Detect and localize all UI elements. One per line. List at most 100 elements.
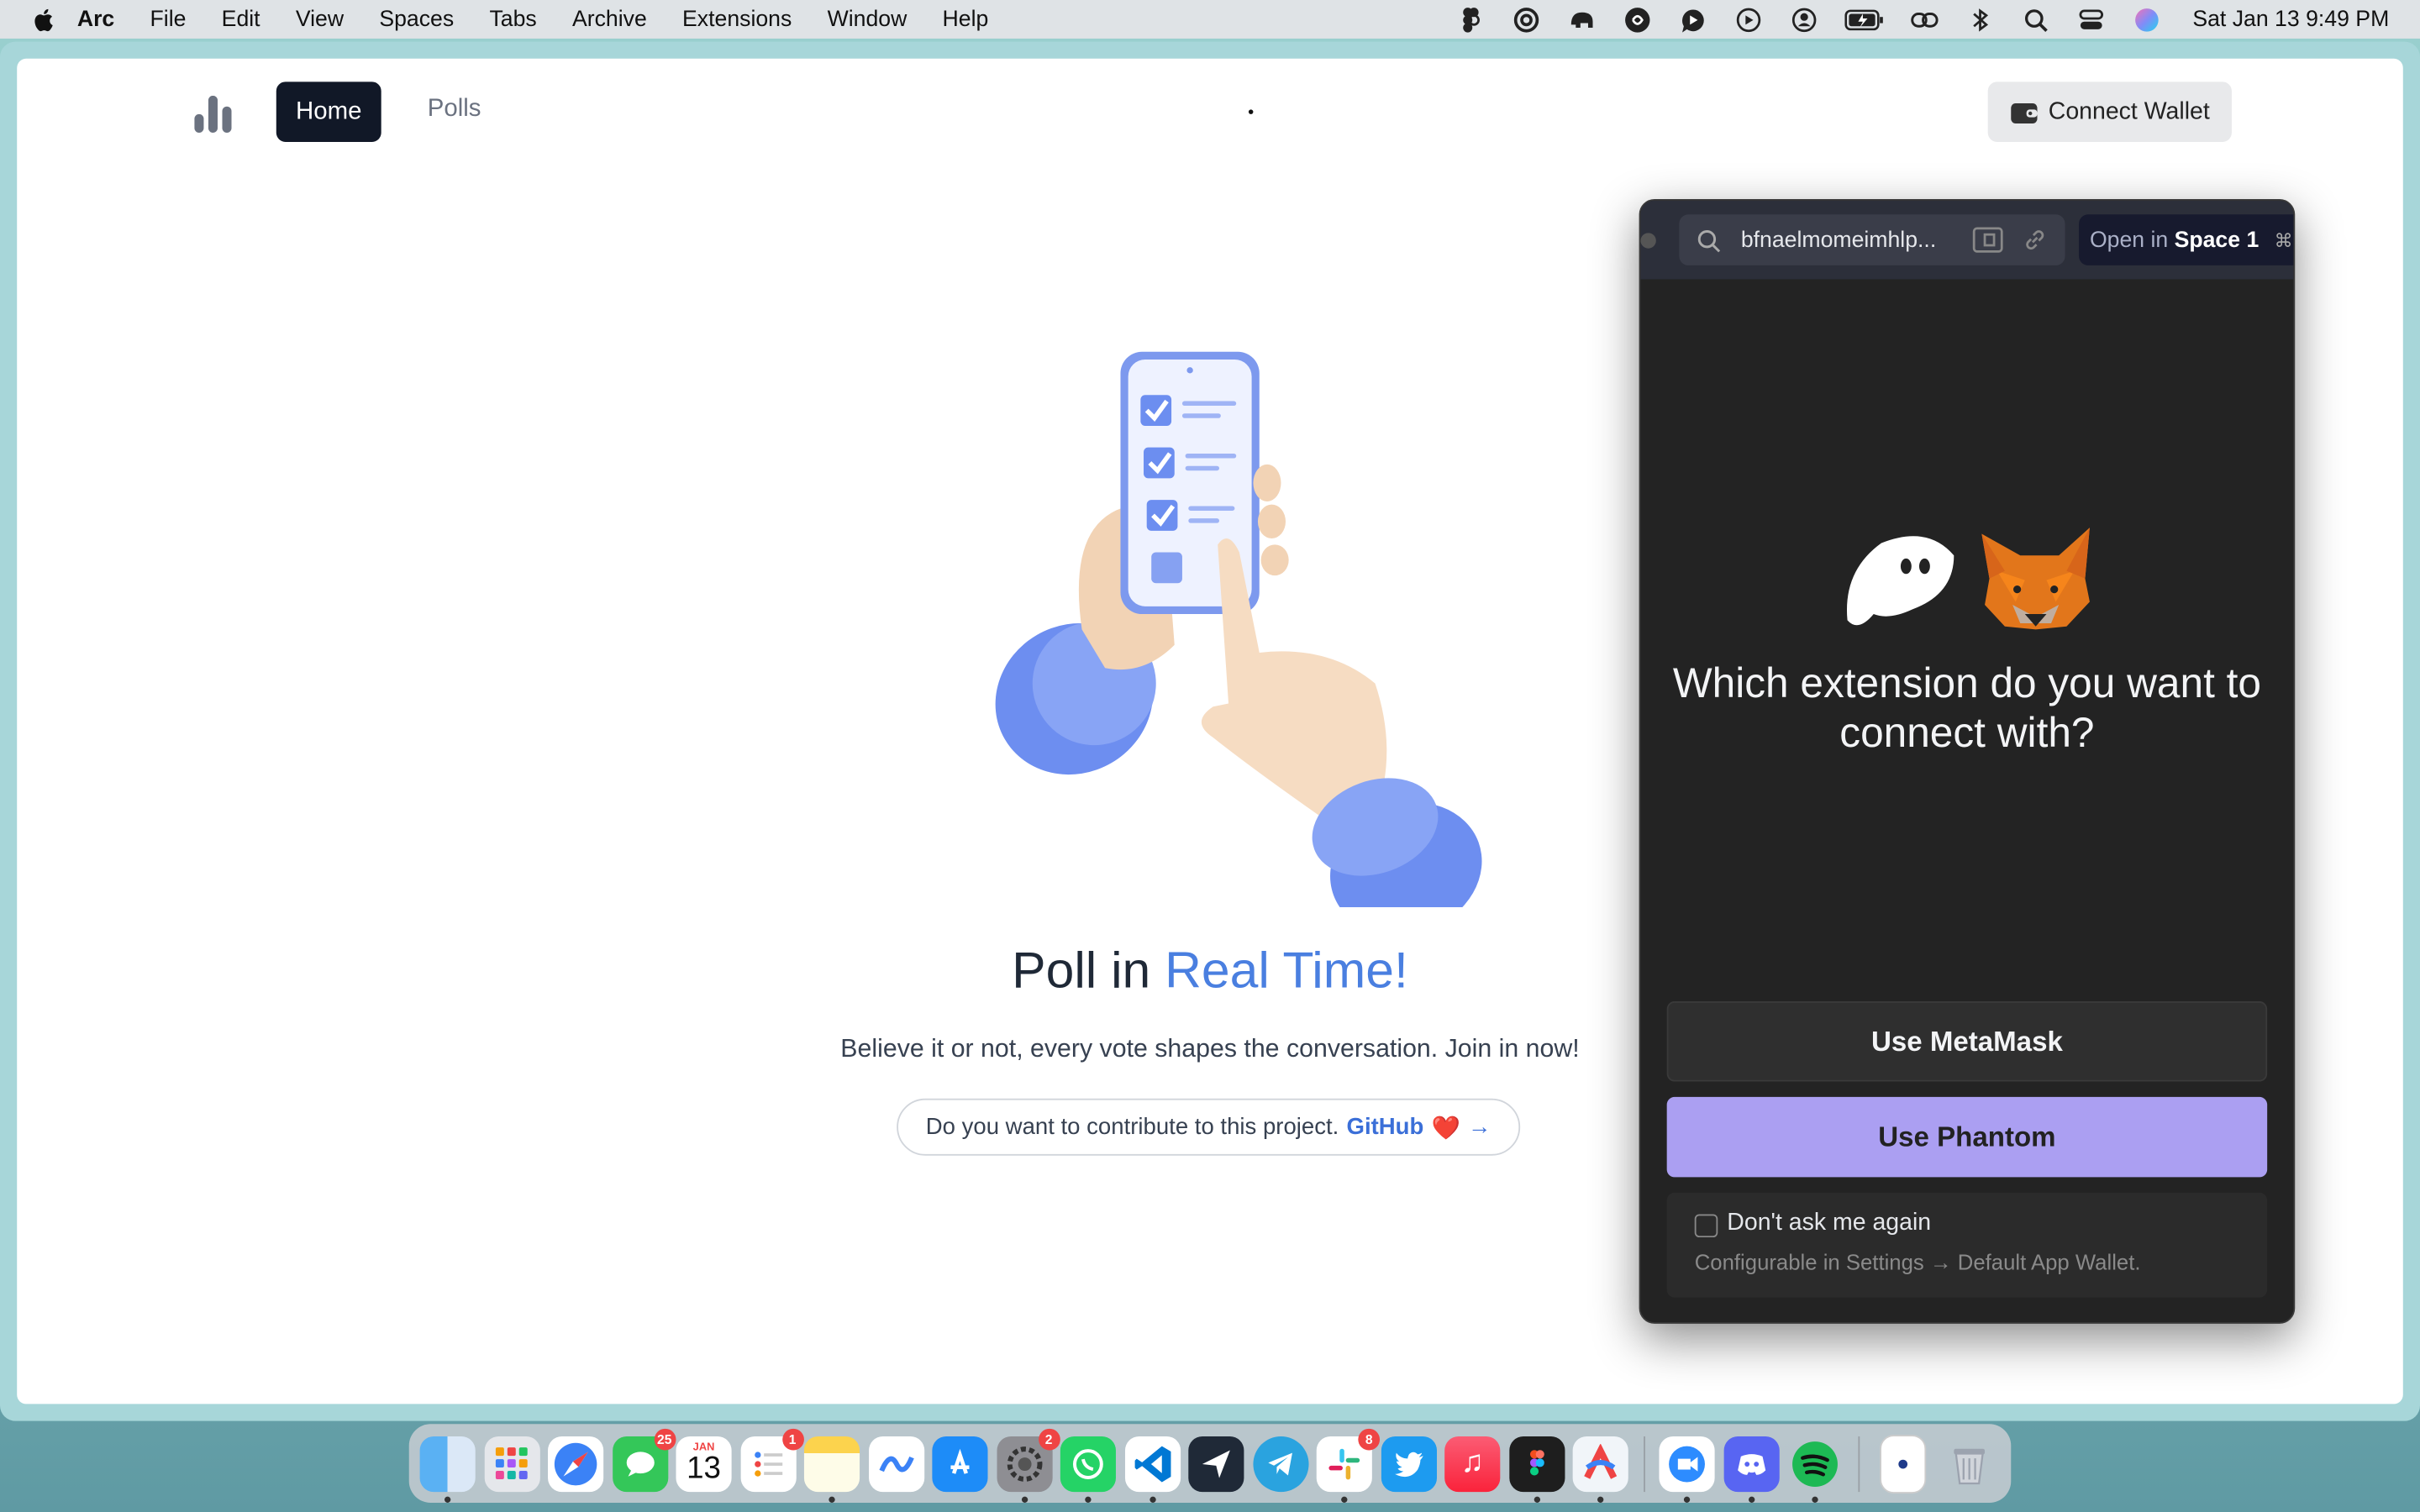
menu-edit[interactable]: Edit (222, 7, 260, 31)
running-indicator (444, 1495, 451, 1503)
window-control-dot[interactable] (1640, 233, 1656, 249)
status-area: Sat Jan 13 9:49 PM (1455, 0, 2389, 39)
search-icon[interactable] (2020, 6, 2051, 32)
slack-icon[interactable]: 8 (1316, 1427, 1381, 1503)
menu-extensions[interactable]: Extensions (682, 7, 792, 31)
shortcut-hint: ⌘O (2274, 228, 2294, 251)
system-settings-icon[interactable]: 2 (996, 1427, 1060, 1503)
use-metamask-button[interactable]: Use MetaMask (1666, 1001, 2268, 1082)
messages-icon[interactable]: 25 (612, 1427, 676, 1492)
elephant-icon[interactable] (1566, 6, 1597, 32)
wallet-icon (2011, 102, 2038, 123)
bluetooth-icon[interactable] (1965, 6, 1996, 32)
finder-icon[interactable] (419, 1436, 476, 1503)
home-button[interactable]: Home (276, 81, 381, 142)
url-text: bfnaelmomeimhlp... (1740, 227, 1937, 253)
telegram-icon[interactable] (1252, 1436, 1308, 1492)
contribute-text: Do you want to contribute to this projec… (925, 1114, 1339, 1141)
hero-title-accent: Real Time! (1165, 941, 1408, 999)
music-note-glyph: ♫ (1460, 1446, 1485, 1480)
dock-separator (1857, 1436, 1860, 1492)
document-icon[interactable] (1880, 1434, 1927, 1494)
running-indicator (1085, 1495, 1092, 1503)
dock-separator (1643, 1436, 1645, 1492)
wallet-choice-popup: bfnaelmomeimhlp... Open in Space 1 ⌘O (1639, 198, 2296, 1324)
phone-checklist-illustration (995, 351, 1482, 907)
apple-icon[interactable] (31, 5, 59, 33)
extension-icon[interactable] (1972, 227, 2003, 253)
dont-ask-label[interactable]: Don't ask me again (1727, 1210, 1931, 1237)
dont-ask-box: Don't ask me again Configurable in Setti… (1666, 1192, 2268, 1298)
control-center-icon[interactable] (2075, 6, 2107, 32)
play-circle-icon[interactable] (1733, 6, 1764, 32)
running-indicator (829, 1495, 835, 1503)
running-indicator (1341, 1495, 1348, 1503)
open-in-label: Open in (2089, 227, 2169, 253)
whatsapp-icon[interactable] (1060, 1436, 1116, 1503)
zoom-icon[interactable] (1659, 1436, 1715, 1503)
running-indicator (1149, 1495, 1155, 1503)
vscode-icon[interactable] (1124, 1436, 1181, 1503)
discord-icon[interactable] (1723, 1436, 1779, 1503)
figma-icon[interactable] (1455, 6, 1486, 32)
freeform-icon[interactable] (868, 1436, 924, 1492)
running-indicator (1748, 1495, 1754, 1503)
safari-icon[interactable] (548, 1436, 604, 1492)
url-bar[interactable]: bfnaelmomeimhlp... (1679, 214, 2065, 265)
open-in-space-button[interactable]: Open in Space 1 ⌘O (2079, 214, 2294, 265)
menubar-clock[interactable]: Sat Jan 13 9:49 PM (2192, 7, 2389, 31)
heart-icon: ❤️ (1431, 1115, 1460, 1142)
running-indicator (1597, 1495, 1604, 1503)
bar-chart-logo-icon[interactable] (192, 95, 234, 133)
config-hint: Configurable in Settings → Default App W… (1694, 1249, 2141, 1275)
wallet-logos (1846, 528, 2090, 630)
settings-badge: 2 (1038, 1427, 1060, 1450)
menu-archive[interactable]: Archive (572, 7, 647, 31)
play-chat-icon[interactable] (1677, 6, 1708, 32)
use-phantom-button[interactable]: Use Phantom (1666, 1096, 2268, 1178)
calendar-icon[interactable]: JAN 13 (676, 1436, 732, 1492)
github-link[interactable]: GitHub (1347, 1114, 1424, 1140)
popup-toolbar: bfnaelmomeimhlp... Open in Space 1 ⌘O (1640, 200, 2294, 280)
reminders-badge: 1 (781, 1427, 804, 1450)
running-indicator (1812, 1495, 1818, 1503)
arrow-right-icon: → (1468, 1114, 1491, 1141)
twitter-icon[interactable] (1380, 1436, 1437, 1492)
slack-badge: 8 (1358, 1427, 1381, 1450)
notes-icon[interactable] (803, 1436, 860, 1503)
messages-badge: 25 (653, 1427, 676, 1450)
calendar-day: 13 (687, 1452, 721, 1486)
menu-spaces[interactable]: Spaces (379, 7, 454, 31)
menu-view[interactable]: View (296, 7, 344, 31)
battery-icon[interactable] (1844, 6, 1884, 32)
launchpad-icon[interactable] (483, 1436, 539, 1492)
contribute-pill[interactable]: Do you want to contribute to this projec… (897, 1098, 1521, 1156)
menu-tabs[interactable]: Tabs (489, 7, 536, 31)
dont-ask-checkbox[interactable] (1694, 1214, 1718, 1238)
menu-file[interactable]: File (150, 7, 187, 31)
top-nav: Home Polls Connect Wallet (17, 59, 2403, 170)
running-indicator (1683, 1495, 1691, 1503)
app-store-icon[interactable] (932, 1436, 988, 1492)
linear-icon[interactable] (1188, 1436, 1244, 1492)
link-icon[interactable] (1908, 6, 1939, 32)
connect-wallet-button[interactable]: Connect Wallet (1987, 81, 2232, 142)
arc-browser-icon[interactable] (1572, 1436, 1628, 1503)
music-icon[interactable]: ♫ (1444, 1436, 1501, 1492)
menu-help[interactable]: Help (943, 7, 989, 31)
reminders-icon[interactable]: 1 (739, 1427, 804, 1492)
spiral-icon[interactable] (1622, 6, 1653, 32)
user-circle-icon[interactable] (1788, 6, 1819, 32)
link-icon[interactable] (2022, 227, 2048, 253)
figma-app-icon[interactable] (1508, 1436, 1565, 1503)
menu-window[interactable]: Window (828, 7, 908, 31)
at-icon[interactable] (1511, 6, 1542, 32)
siri-icon[interactable] (2131, 6, 2162, 32)
menu-app-name[interactable]: Arc (77, 7, 114, 31)
phantom-ghost-icon (1846, 536, 1954, 626)
hero-title-prefix: Poll in (1012, 941, 1165, 999)
spotify-icon[interactable] (1787, 1436, 1843, 1503)
nav-dot (1248, 109, 1254, 114)
polls-link[interactable]: Polls (428, 96, 481, 123)
trash-icon[interactable] (1941, 1436, 1996, 1491)
